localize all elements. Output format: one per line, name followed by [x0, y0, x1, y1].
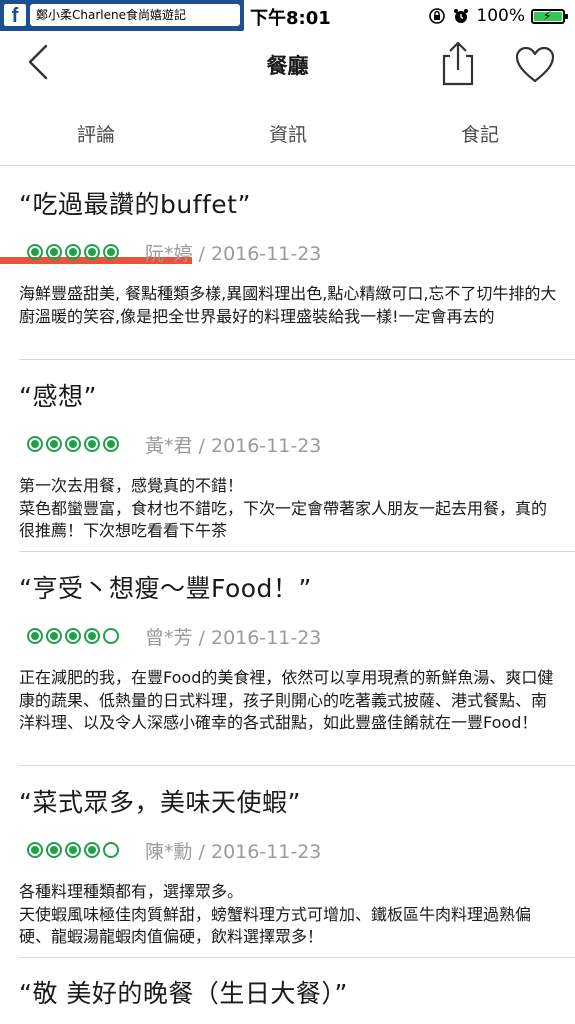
- rating-bubbles: [27, 244, 119, 260]
- review-item[interactable]: “敬 美好的晚餐（生日大餐）”: [19, 974, 575, 1010]
- review-title: “感想”: [19, 382, 97, 411]
- review-title: “敬 美好的晚餐（生日大餐）”: [19, 979, 348, 1008]
- page-title: 餐廳: [266, 54, 309, 78]
- tab-info[interactable]: 資訊: [192, 120, 384, 147]
- alarm-icon: [454, 9, 469, 23]
- review-author-date: 阮*婷 / 2016-11-23: [145, 242, 322, 265]
- battery-icon: ⚡: [531, 8, 568, 24]
- rating-bubble-filled: [84, 436, 100, 452]
- review-meta: 黃*君 / 2016-11-23: [19, 433, 575, 457]
- rating-bubbles: [27, 842, 119, 858]
- review-body: 第一次去用餐，感覺真的不錯！ 菜色都蠻豐富，食材也不錯吃，下次一定會帶著家人朋友…: [19, 475, 559, 543]
- rating-bubble-filled: [84, 842, 100, 858]
- rating-bubble-filled: [27, 842, 43, 858]
- review-item[interactable]: “亨受丶想瘦～豐Food！” 曾*芳 / 2016-11-23 正在減肥的我，在…: [19, 569, 575, 735]
- review-meta: 陳*勳 / 2016-11-23: [19, 839, 575, 863]
- review-body: 正在減肥的我，在豐Food的美食裡，依然可以享用現煮的新鮮魚湯、爽口健康的蔬果、…: [19, 668, 554, 732]
- rating-bubble-empty: [103, 842, 119, 858]
- review-title: “菜式眾多，美味天使蝦”: [19, 788, 301, 817]
- rating-bubble-filled: [46, 244, 62, 260]
- divider: [19, 551, 575, 552]
- back-to-app-label: 鄭小柔Charlene食尚嬉遊記: [30, 4, 240, 26]
- review-item[interactable]: “吃過最讚的buffet” 阮*婷 / 2016-11-23 海鮮豐盛甜美, 餐…: [19, 185, 575, 328]
- charging-bolt-icon: ⚡: [543, 8, 552, 23]
- review-body-line: 天使蝦風味極佳肉質鮮甜，螃蟹料理方式可增加、鐵板區牛肉料理過熟偏硬、龍蝦湯龍蝦肉…: [19, 904, 532, 947]
- review-title: “吃過最讚的buffet”: [19, 190, 251, 219]
- rating-bubbles: [27, 628, 119, 644]
- rating-bubble-filled: [27, 436, 43, 452]
- review-title: “亨受丶想瘦～豐Food！”: [19, 574, 312, 603]
- nav-bar: 餐廳: [0, 34, 575, 100]
- review-meta: 阮*婷 / 2016-11-23: [19, 241, 575, 265]
- divider: [19, 765, 575, 766]
- rating-bubble-filled: [46, 842, 62, 858]
- divider: [19, 957, 575, 958]
- rating-bubbles: [27, 436, 119, 452]
- rating-bubble-filled: [46, 628, 62, 644]
- review-meta: 曾*芳 / 2016-11-23: [19, 625, 575, 649]
- review-author-date: 陳*勳 / 2016-11-23: [145, 840, 322, 863]
- rating-bubble-filled: [84, 628, 100, 644]
- rating-bubble-filled: [46, 436, 62, 452]
- tab-reviews[interactable]: 評論: [0, 120, 192, 147]
- review-item[interactable]: “感想” 黃*君 / 2016-11-23 第一次去用餐，感覺真的不錯！ 菜色都…: [19, 377, 575, 543]
- orientation-lock-icon: [429, 8, 446, 24]
- rating-bubble-filled: [103, 244, 119, 260]
- divider: [19, 359, 575, 360]
- rating-bubble-filled: [65, 244, 81, 260]
- facebook-icon: f: [4, 4, 26, 27]
- review-body-line: 第一次去用餐，感覺真的不錯！: [19, 476, 244, 495]
- review-author-date: 曾*芳 / 2016-11-23: [145, 626, 322, 649]
- review-body-line: 各種料理種類都有，選擇眾多。: [19, 882, 244, 901]
- rating-bubble-empty: [103, 628, 119, 644]
- back-to-app-button[interactable]: f 鄭小柔Charlene食尚嬉遊記: [0, 0, 244, 31]
- review-body: 各種料理種類都有，選擇眾多。 天使蝦風味極佳肉質鮮甜，螃蟹料理方式可增加、鐵板區…: [19, 881, 559, 949]
- rating-bubble-filled: [65, 842, 81, 858]
- status-time: 下午8:01: [250, 8, 331, 29]
- battery-percent: 100%: [476, 6, 525, 26]
- review-body-line: 菜色都蠻豐富，食材也不錯吃，下次一定會帶著家人朋友一起去用餐，真的很推薦！下次想…: [19, 498, 548, 541]
- heart-icon[interactable]: [514, 44, 556, 86]
- review-author-date: 黃*君 / 2016-11-23: [145, 434, 322, 457]
- rating-bubble-filled: [84, 244, 100, 260]
- share-icon[interactable]: [438, 40, 478, 88]
- rating-bubble-filled: [103, 436, 119, 452]
- rating-bubble-filled: [65, 628, 81, 644]
- rating-bubble-filled: [27, 628, 43, 644]
- status-bar: f 鄭小柔Charlene食尚嬉遊記 下午8:01 100% ⚡: [0, 0, 575, 34]
- rating-bubble-filled: [65, 436, 81, 452]
- rating-bubble-filled: [27, 244, 43, 260]
- review-body: 海鮮豐盛甜美, 餐點種類多樣,異國料理出色,點心精緻可口,忘不了切牛排的大廚溫暖…: [19, 284, 557, 326]
- tab-food-blog[interactable]: 食記: [384, 120, 575, 147]
- status-right-group: 100% ⚡: [428, 4, 568, 28]
- review-item[interactable]: “菜式眾多，美味天使蝦” 陳*勳 / 2016-11-23 各種料理種類都有，選…: [19, 783, 575, 949]
- tab-bar: 評論 資訊 食記: [0, 100, 575, 264]
